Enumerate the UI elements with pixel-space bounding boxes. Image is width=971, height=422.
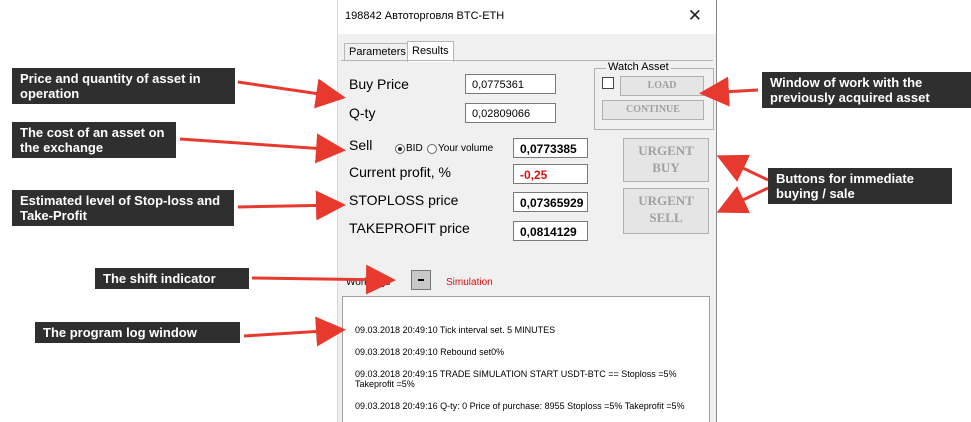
arrow-stoploss xyxy=(237,190,346,221)
arrow-watch-window xyxy=(699,76,759,107)
arrow-shift-indicator xyxy=(251,264,396,295)
arrow-log-window xyxy=(243,316,346,347)
annotation-arrows xyxy=(179,76,769,347)
arrow-urgent-buy xyxy=(716,154,769,182)
arrow-price-quantity xyxy=(237,78,346,109)
arrow-urgent-sell xyxy=(716,186,769,214)
arrow-asset-cost xyxy=(179,133,346,164)
